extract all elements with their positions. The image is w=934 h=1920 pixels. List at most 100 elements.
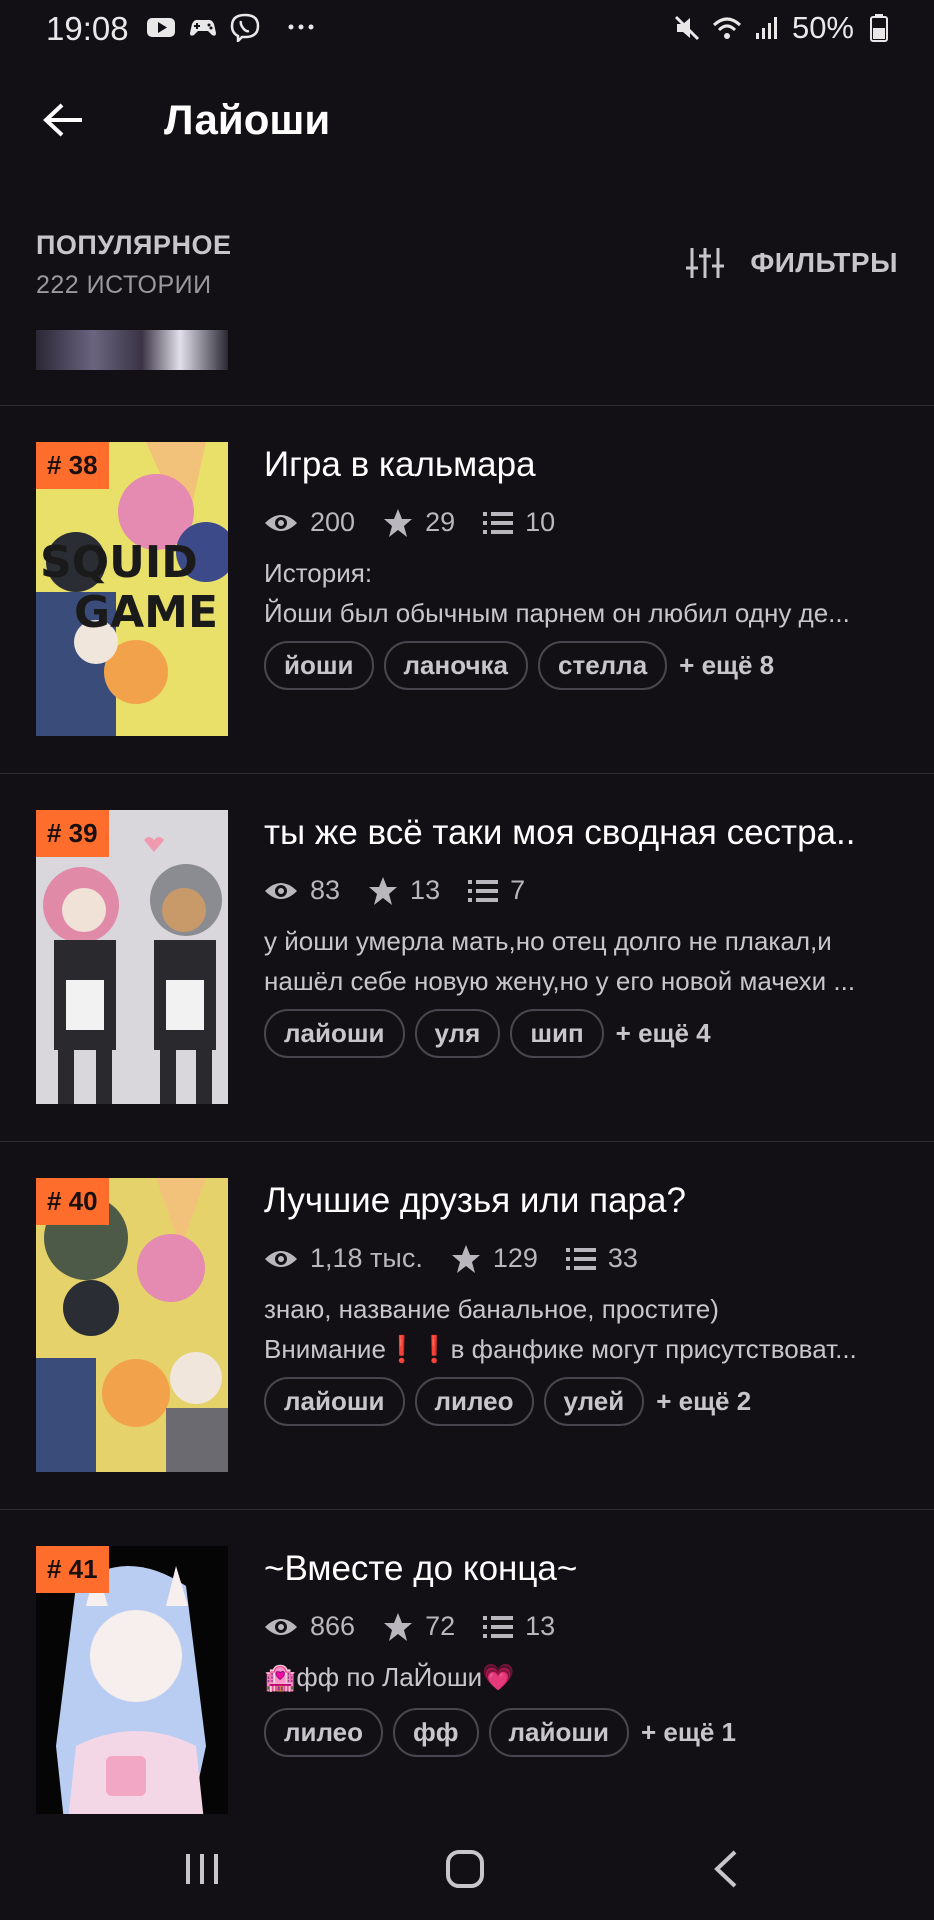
star-icon	[369, 876, 398, 905]
filters-button[interactable]: ФИЛЬТРЫ	[686, 246, 898, 280]
story-cover-partial[interactable]	[36, 330, 228, 370]
eye-icon	[265, 882, 297, 899]
eye-icon	[265, 1250, 297, 1267]
home-icon	[446, 1850, 484, 1888]
tag-chip[interactable]: стелла	[538, 641, 668, 690]
description-line: 🏩фф по ЛаЙоши💗	[264, 1662, 515, 1692]
story-title[interactable]: ~Вместе до конца~	[264, 1549, 904, 1589]
story-stats: 1,18 тыс. 129 33	[264, 1243, 666, 1274]
votes-count: 129	[492, 1243, 538, 1273]
star-icon	[384, 508, 413, 537]
app-bar: Лайоши	[0, 70, 934, 170]
votes-count: 13	[410, 875, 441, 905]
svg-text:SQUID: SQUID	[40, 537, 198, 588]
story-card[interactable]: # 40 Лучшие друзья или пара? 1,18 тыс. 1…	[0, 1141, 934, 1509]
story-description: История: Йоши был обычным парнем он люби…	[264, 553, 896, 633]
tag-list: йоши ланочка стелла + ещё 8	[264, 641, 774, 690]
description-line: у йоши умерла мать,но отец долго не плак…	[264, 926, 832, 956]
back-button[interactable]	[36, 92, 92, 148]
votes-count: 72	[425, 1611, 456, 1641]
rank-badge: # 39	[36, 810, 109, 857]
description-line: История:	[264, 558, 373, 588]
list-icon	[483, 1615, 514, 1638]
views-count: 83	[310, 875, 341, 905]
tag-chip[interactable]: лайоши	[264, 1377, 405, 1426]
signal-icon	[755, 17, 777, 39]
more-tags[interactable]: + ещё 1	[641, 1717, 736, 1748]
tag-list: лилео фф лайоши + ещё 1	[264, 1708, 736, 1757]
tag-list: лайоши лилео улей + ещё 2	[264, 1377, 751, 1426]
system-nav-bar	[0, 1814, 934, 1920]
list-icon	[468, 879, 499, 902]
viber-icon	[230, 13, 260, 42]
story-cover[interactable]: # 41	[36, 1546, 228, 1840]
tag-chip[interactable]: лилео	[414, 1377, 534, 1426]
story-description: у йоши умерла мать,но отец долго не плак…	[264, 921, 896, 1001]
votes-count: 29	[425, 507, 456, 537]
story-title[interactable]: Лучшие друзья или пара?	[264, 1181, 904, 1221]
tag-chip[interactable]: улей	[543, 1377, 645, 1426]
status-system-icons: 50%	[672, 10, 894, 46]
more-tags[interactable]: + ещё 2	[656, 1386, 751, 1417]
parts-count: 33	[607, 1243, 638, 1273]
wifi-icon	[712, 17, 741, 39]
description-line: нашёл себе новую жену,но у его новой мач…	[264, 966, 856, 996]
home-button[interactable]	[435, 1844, 495, 1894]
story-description: знаю, название банальное, простите) Вним…	[264, 1289, 896, 1369]
game-controller-icon	[190, 19, 216, 36]
views-count: 1,18 тыс.	[310, 1243, 423, 1273]
status-bar: 19:08 50%	[0, 0, 934, 58]
description-line: Йоши был обычным парнем он любил одну де…	[264, 598, 850, 628]
more-dots-icon	[288, 24, 314, 30]
tag-chip[interactable]: ланочка	[383, 641, 529, 690]
story-card[interactable]: # 39 ты же всё таки моя сводная сестра..…	[0, 773, 934, 1141]
tag-chip[interactable]: уля	[414, 1009, 501, 1058]
story-title[interactable]: Игра в кальмара	[264, 445, 904, 485]
story-card[interactable]: SQUID GAME # 38 Игра в кальмара 200 29 1…	[0, 405, 934, 773]
svg-text:GAME: GAME	[74, 587, 218, 638]
rank-badge: # 41	[36, 1546, 109, 1593]
tag-chip[interactable]: лилео	[264, 1708, 384, 1757]
story-stats: 200 29 10	[264, 507, 583, 538]
youtube-icon	[147, 18, 175, 37]
tag-chip[interactable]: йоши	[264, 641, 374, 690]
tag-chip[interactable]: лайоши	[264, 1009, 405, 1058]
story-stats: 83 13 7	[264, 875, 553, 906]
list-icon	[483, 511, 514, 534]
back-chevron-icon	[714, 1850, 737, 1888]
rank-badge: # 38	[36, 442, 109, 489]
more-tags[interactable]: + ещё 8	[679, 650, 774, 681]
page-title: Лайоши	[164, 96, 331, 143]
recent-apps-icon	[186, 1854, 218, 1884]
story-description: 🏩фф по ЛаЙоши💗	[264, 1657, 896, 1697]
story-count: 222 ИСТОРИИ	[36, 271, 212, 299]
star-icon	[384, 1612, 413, 1641]
tag-chip[interactable]: шип	[510, 1009, 604, 1058]
sort-selector[interactable]: ПОПУЛЯРНОЕ 222 ИСТОРИИ	[36, 230, 231, 300]
story-cover[interactable]: SQUID GAME # 38	[36, 442, 228, 736]
views-count: 200	[310, 507, 356, 537]
tag-chip[interactable]: фф	[393, 1708, 479, 1757]
story-cover[interactable]: # 39	[36, 810, 228, 1104]
arrow-left-icon	[43, 103, 82, 137]
status-notification-icons	[146, 12, 316, 42]
battery-icon	[870, 14, 888, 42]
parts-count: 13	[525, 1611, 556, 1641]
star-icon	[451, 1244, 480, 1273]
list-icon	[565, 1247, 596, 1270]
tag-chip[interactable]: лайоши	[488, 1708, 630, 1757]
parts-count: 10	[525, 507, 556, 537]
story-cover[interactable]: # 40	[36, 1178, 228, 1472]
eye-icon	[265, 1618, 297, 1635]
story-title[interactable]: ты же всё таки моя сводная сестра..	[264, 813, 904, 853]
nav-back-button[interactable]	[696, 1844, 756, 1894]
more-tags[interactable]: + ещё 4	[616, 1018, 711, 1049]
recent-apps-button[interactable]	[172, 1844, 232, 1894]
description-line: Внимание❗❗в фанфике могут присутствоват.…	[264, 1334, 857, 1364]
parts-count: 7	[510, 875, 526, 905]
views-count: 866	[310, 1611, 356, 1641]
description-line: знаю, название банальное, простите)	[264, 1294, 719, 1324]
story-stats: 866 72 13	[264, 1611, 583, 1642]
eye-icon	[265, 514, 297, 531]
filters-label: ФИЛЬТРЫ	[750, 247, 898, 278]
